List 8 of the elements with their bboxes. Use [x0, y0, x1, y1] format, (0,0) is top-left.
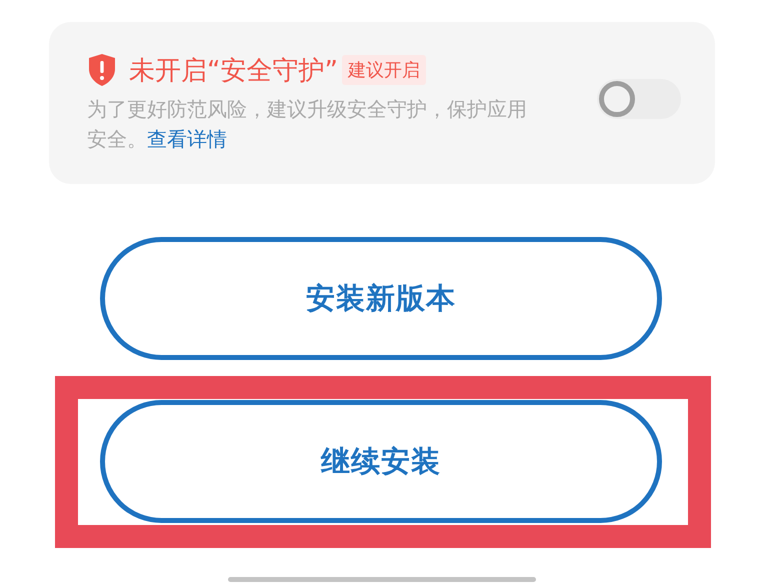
- install-button[interactable]: 安装新版本: [100, 237, 662, 360]
- details-link[interactable]: 查看详情: [147, 126, 227, 150]
- warning-title: 未开启“安全守护”: [129, 54, 338, 88]
- shield-warning-icon: [87, 53, 117, 87]
- description-text: 为了更好防范风险，建议升级安全守护，保护应用安全。查看详情: [87, 96, 528, 152]
- recommend-badge: 建议开启: [342, 55, 426, 85]
- toggle-switch[interactable]: [597, 79, 681, 119]
- install-button[interactable]: 继续安装: [100, 400, 662, 523]
